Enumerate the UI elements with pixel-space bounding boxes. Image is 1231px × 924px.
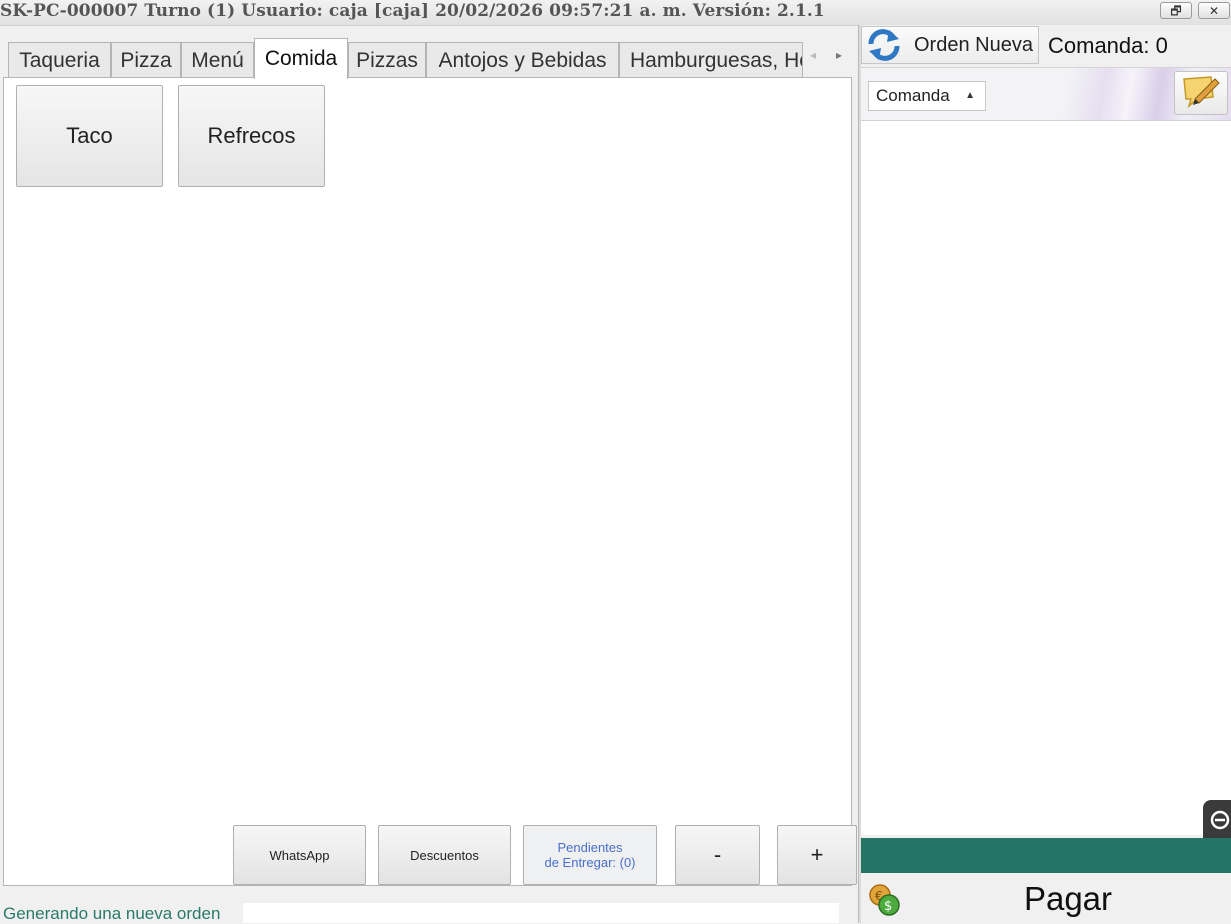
descuentos-button[interactable]: Descuentos xyxy=(378,825,511,885)
category-tabs: Taqueria Pizza Menú Comida Pizzas Antojo… xyxy=(0,38,856,79)
status-message: Generando una nueva orden xyxy=(3,904,221,923)
pagar-button[interactable]: € $ Pagar xyxy=(861,875,1231,923)
tab-comida[interactable]: Comida xyxy=(254,38,348,79)
orden-nueva-label: Orden Nueva xyxy=(914,33,1033,56)
order-toolbar: Comanda ▲ xyxy=(861,67,1231,121)
tab-scroll-left-icon[interactable]: ◂ xyxy=(810,48,816,62)
pendientes-entregar-button[interactable]: Pendientes de Entregar: (0) xyxy=(523,825,657,885)
caret-up-icon: ▲ xyxy=(965,90,975,101)
window-title: SK-PC-000007 Turno (1) Usuario: caja [ca… xyxy=(0,1,825,21)
close-button[interactable]: ✕ xyxy=(1198,2,1230,19)
restore-button[interactable]: 🗗 xyxy=(1160,2,1192,19)
tab-hamburguesas[interactable]: Hamburguesas, Hot Dogs xyxy=(619,42,803,78)
refresh-icon xyxy=(865,27,905,63)
pagar-label: Pagar xyxy=(1023,880,1113,917)
title-bar: SK-PC-000007 Turno (1) Usuario: caja [ca… xyxy=(0,0,1231,26)
minus-button[interactable]: - xyxy=(675,825,760,885)
order-panel: Orden Nueva Comanda: 0 Comanda ▲ € $ Pag… xyxy=(861,25,1231,923)
tab-menu[interactable]: Menú xyxy=(181,42,254,78)
notes-button[interactable] xyxy=(1174,71,1228,115)
pendientes-label: Pendientes xyxy=(557,840,623,855)
category-button-refrecos[interactable]: Refrecos xyxy=(178,85,325,187)
comanda-count: Comanda: 0 xyxy=(1048,33,1168,58)
plus-button[interactable]: + xyxy=(777,825,857,885)
tab-pizza[interactable]: Pizza xyxy=(111,42,181,78)
comanda-select-value: Comanda xyxy=(876,86,950,105)
category-button-taco[interactable]: Taco xyxy=(16,85,163,187)
tab-antojos-y-bebidas[interactable]: Antojos y Bebidas xyxy=(426,42,619,78)
category-panel: Taco Refrecos xyxy=(3,77,852,886)
comanda-view-select[interactable]: Comanda ▲ xyxy=(868,81,986,111)
status-field xyxy=(243,903,839,923)
order-total-bar xyxy=(861,838,1231,873)
tab-taqueria[interactable]: Taqueria xyxy=(8,42,111,78)
order-items-list[interactable] xyxy=(861,121,1231,835)
tab-scroll-right-icon[interactable]: ▸ xyxy=(836,48,842,62)
orden-nueva-button[interactable]: Orden Nueva xyxy=(861,26,1039,64)
pendientes-count: de Entregar: (0) xyxy=(544,855,636,870)
tab-pizzas[interactable]: Pizzas xyxy=(348,42,426,78)
note-pencil-icon xyxy=(1181,73,1221,113)
whatsapp-button[interactable]: WhatsApp xyxy=(233,825,366,885)
status-bar: Generando una nueva orden xyxy=(0,902,858,923)
